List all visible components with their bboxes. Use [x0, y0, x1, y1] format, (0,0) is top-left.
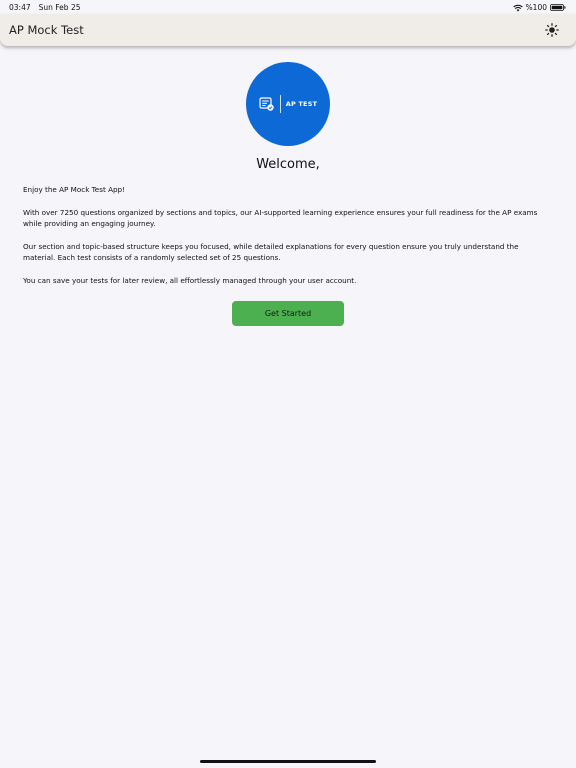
home-indicator[interactable] — [200, 760, 376, 763]
save-paragraph: You can save your tests for later review… — [23, 276, 357, 285]
status-date: Sun Feb 25 — [38, 3, 81, 12]
status-time: 03:47 — [9, 3, 31, 12]
status-bar: 03:47 Sun Feb 25 %100 — [0, 0, 576, 14]
welcome-content: Enjoy the AP Mock Test App! With over 72… — [23, 184, 553, 298]
battery-percent: %100 — [525, 3, 547, 12]
structure-paragraph: Our section and topic-based structure ke… — [23, 242, 519, 262]
logo-text: AP TEST — [285, 100, 318, 108]
welcome-heading: Welcome, — [256, 157, 320, 172]
app-title: AP Mock Test — [9, 23, 84, 37]
app-logo: AP TEST — [246, 62, 330, 146]
questions-paragraph: With over 7250 questions organized by se… — [23, 208, 538, 228]
theme-toggle-button[interactable] — [544, 22, 560, 38]
test-checklist-icon — [259, 97, 274, 111]
battery-icon — [550, 4, 566, 11]
app-bar: AP Mock Test — [0, 14, 576, 46]
logo-divider — [279, 95, 281, 113]
intro-paragraph: Enjoy the AP Mock Test App! — [23, 185, 126, 194]
wifi-icon — [512, 4, 523, 11]
get-started-button[interactable]: Get Started — [232, 301, 344, 326]
sun-icon — [545, 23, 559, 37]
